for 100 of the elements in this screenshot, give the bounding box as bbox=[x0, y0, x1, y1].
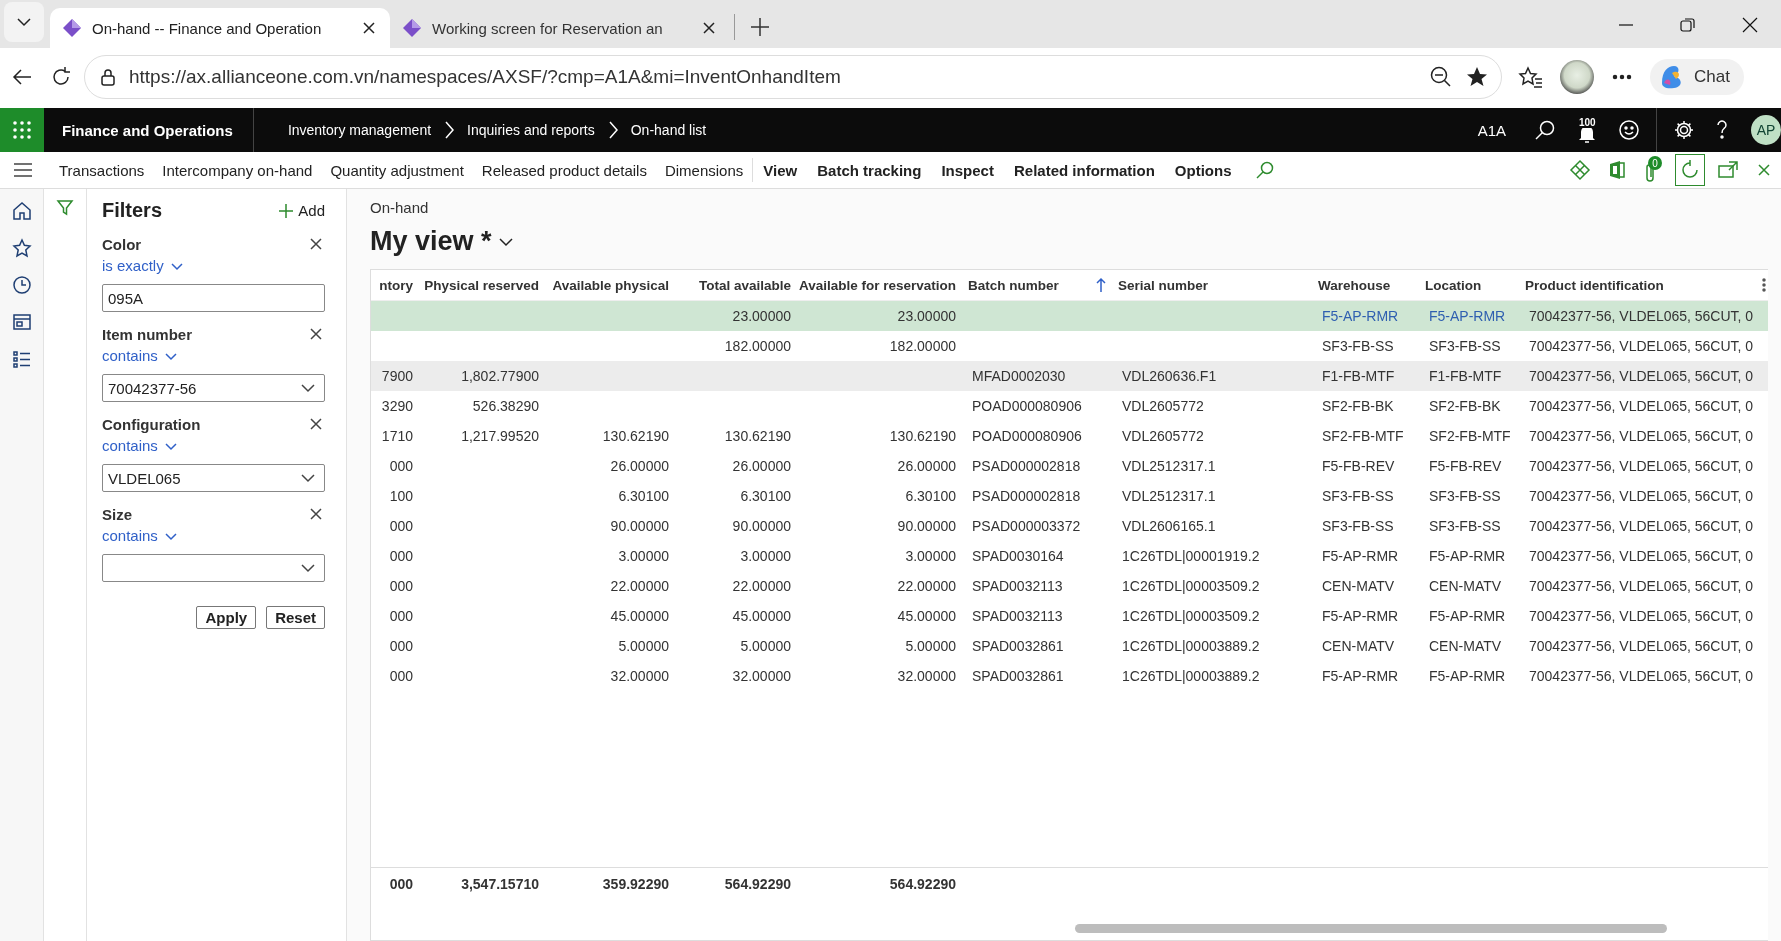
operator-dropdown[interactable]: contains bbox=[102, 437, 178, 454]
filter-icon[interactable] bbox=[56, 199, 74, 217]
column-header[interactable]: Available for reservation bbox=[798, 277, 956, 293]
column-header[interactable]: Location bbox=[1425, 277, 1482, 293]
table-row[interactable]: 000 5.00000 5.00000 5.00000 SPAD0032861 1C26TDL|00003889.2 CEN-MATV CEN-MATV 70042377-56, VLDEL065, 56CUT, 0 bbox=[371, 631, 1768, 661]
refresh-icon[interactable] bbox=[50, 66, 72, 88]
breadcrumb-link[interactable]: Inquiries and reports bbox=[467, 122, 595, 138]
more-icon[interactable] bbox=[1762, 278, 1766, 292]
operator-dropdown[interactable]: is exactly bbox=[102, 257, 184, 274]
table-cell: 45.00000 bbox=[610, 608, 669, 624]
table-cell: 70042377-56, VLDEL065, 56CUT, 0 bbox=[1529, 638, 1754, 654]
column-header[interactable]: Physical reserved bbox=[424, 277, 539, 293]
app-launcher-button[interactable] bbox=[0, 108, 44, 152]
action-tab[interactable]: Inspect bbox=[931, 161, 1004, 179]
table-cell: 000 bbox=[389, 638, 413, 654]
browser-tab[interactable]: On-hand -- Finance and Operation bbox=[50, 8, 390, 48]
table-cell: VDL2605772 bbox=[1122, 428, 1204, 444]
table-row[interactable]: 000 26.00000 26.00000 26.00000 PSAD000002818 VDL2512317.1 F5-FB-REV F5-FB-REV 70042377-56, VLDEL065, 56CUT, 0 bbox=[371, 451, 1768, 481]
table-cell: 000 bbox=[389, 518, 413, 534]
diamond-icon[interactable] bbox=[1569, 159, 1591, 181]
action-button[interactable]: Dimensions bbox=[655, 161, 753, 179]
restore-icon[interactable] bbox=[1679, 16, 1697, 34]
chevron-down-icon bbox=[300, 562, 316, 574]
workspace-icon[interactable] bbox=[11, 312, 32, 332]
favorites-icon[interactable] bbox=[1518, 65, 1544, 89]
table-cell: PSAD000003372 bbox=[972, 518, 1081, 534]
browser-tab[interactable]: Working screen for Reservation an bbox=[390, 8, 730, 48]
chat-button[interactable]: Chat bbox=[1650, 59, 1744, 95]
table-cell: 70042377-56, VLDEL065, 56CUT, 0 bbox=[1529, 308, 1754, 324]
table-row[interactable]: 182.00000 182.00000 SF3-FB-SS SF3-FB-SS 70042377-56, VLDEL065, 56CUT, 0 bbox=[371, 331, 1768, 361]
table-row[interactable]: 1710 1,217.99520 130.62190 130.62190 130.62190 POAD000080906 VDL2605772 SF2-FB-MTF SF2-FB-MTF 70042377-56, VLDEL065, 56CUT, 0 bbox=[371, 421, 1768, 451]
table-cell: F5-AP-RMR bbox=[1322, 548, 1399, 564]
table-row[interactable]: 000 22.00000 22.00000 22.00000 SPAD0032113 1C26TDL|00003509.2 CEN-MATV CEN-MATV 70042377-56, VLDEL065, 56CUT, 0 bbox=[371, 571, 1768, 601]
column-header[interactable]: Product identification bbox=[1525, 277, 1664, 293]
scrollbar-thumb[interactable] bbox=[1075, 924, 1667, 933]
filter-dropdown[interactable]: 70042377-56 bbox=[102, 374, 325, 402]
close-icon[interactable] bbox=[1741, 16, 1759, 34]
breadcrumb-link[interactable]: On-hand list bbox=[630, 122, 707, 138]
breadcrumb-link[interactable]: Inventory management bbox=[287, 122, 432, 138]
operator-dropdown[interactable]: contains bbox=[102, 347, 178, 364]
table-cell: SF3-FB-SS bbox=[1322, 488, 1394, 504]
filter-field[interactable]: 095A bbox=[102, 284, 325, 312]
table-cell: VDL260636.F1 bbox=[1122, 368, 1217, 384]
table-cell: 90.00000 bbox=[897, 518, 956, 534]
star-icon[interactable] bbox=[11, 238, 32, 258]
search-icon[interactable] bbox=[1534, 119, 1556, 141]
action-button[interactable]: Transactions bbox=[50, 161, 154, 179]
table-row[interactable]: 000 3.00000 3.00000 3.00000 SPAD0030164 1C26TDL|00001919.2 F5-AP-RMR F5-AP-RMR 70042377-56, VLDEL065, 56CUT, 0 bbox=[371, 541, 1768, 571]
column-header[interactable]: Available physical bbox=[552, 277, 669, 293]
plus-icon[interactable] bbox=[749, 16, 771, 38]
table-row[interactable]: 3290 526.38290 POAD000080906 VDL2605772 SF2-FB-BK SF2-FB-BK 70042377-56, VLDEL065, 56CUT, 0 bbox=[371, 391, 1768, 421]
table-row[interactable]: 000 90.00000 90.00000 90.00000 PSAD000003372 VDL2606165.1 SF3-FB-SS SF3-FB-SS 70042377-56, VLDEL065, 56CUT, 0 bbox=[371, 511, 1768, 541]
user-avatar[interactable]: AP bbox=[1751, 115, 1781, 145]
action-button[interactable]: Released product details bbox=[472, 161, 656, 179]
table-cell: 32.00000 bbox=[610, 668, 669, 684]
filter-dropdown[interactable] bbox=[102, 554, 325, 582]
settings-icon[interactable] bbox=[1673, 119, 1695, 141]
column-header[interactable]: ntory bbox=[379, 277, 413, 293]
view-selector[interactable]: My view * bbox=[370, 226, 514, 257]
help-icon[interactable] bbox=[1715, 119, 1729, 141]
list-icon[interactable] bbox=[11, 349, 32, 369]
table-link[interactable]: F5-AP-RMR bbox=[1322, 308, 1399, 324]
column-header[interactable]: Total available bbox=[698, 277, 791, 293]
column-header[interactable]: Batch number bbox=[968, 277, 1059, 293]
action-tab[interactable]: Batch tracking bbox=[807, 161, 932, 179]
action-tab[interactable]: Options bbox=[1164, 161, 1242, 179]
notification-button[interactable]: 100 bbox=[1574, 117, 1600, 143]
table-row[interactable]: 7900 1,802.77900 MFAD0002030 VDL260636.F1 F1-FB-MTF F1-FB-MTF 70042377-56, VLDEL065, 56CUT, 0 bbox=[371, 361, 1768, 391]
avatar-icon[interactable] bbox=[1560, 60, 1594, 94]
table-row[interactable]: 000 45.00000 45.00000 45.00000 SPAD0032113 1C26TDL|00003509.2 F5-AP-RMR F5-AP-RMR 70042377-56, VLDEL065, 56CUT, 0 bbox=[371, 601, 1768, 631]
table-row[interactable]: 100 6.30100 6.30100 6.30100 PSAD000002818 VDL2512317.1 SF3-FB-SS SF3-FB-SS 70042377-56, VLDEL065, 56CUT, 0 bbox=[371, 481, 1768, 511]
action-button[interactable]: Intercompany on-hand bbox=[153, 161, 322, 179]
table-cell: 32.00000 bbox=[897, 668, 956, 684]
refresh-button[interactable] bbox=[1675, 154, 1705, 186]
smiley-icon[interactable] bbox=[1618, 119, 1640, 141]
table-cell: CEN-MATV bbox=[1429, 638, 1502, 654]
company-picker[interactable]: A1A bbox=[1477, 121, 1506, 139]
table-cell: VDL2605772 bbox=[1122, 398, 1204, 414]
action-tab[interactable]: View bbox=[753, 161, 808, 179]
filter-dropdown[interactable]: VLDEL065 bbox=[102, 464, 325, 492]
table-link[interactable]: F5-AP-RMR bbox=[1429, 308, 1506, 324]
operator-dropdown[interactable]: contains bbox=[102, 527, 178, 544]
home-icon[interactable] bbox=[11, 201, 32, 221]
add-filter-button[interactable]: Add bbox=[279, 202, 325, 219]
tab-list-button[interactable] bbox=[4, 2, 44, 42]
column-header[interactable]: Warehouse bbox=[1318, 277, 1391, 293]
action-button[interactable]: Quantity adjustment bbox=[321, 161, 473, 179]
action-tab[interactable]: Related information bbox=[1003, 161, 1165, 179]
popout-icon[interactable] bbox=[1717, 159, 1739, 181]
clock-icon[interactable] bbox=[11, 275, 32, 295]
attachments-button[interactable]: 0 bbox=[1643, 156, 1663, 184]
table-row[interactable]: 000 32.00000 32.00000 32.00000 SPAD0032861 1C26TDL|00003889.2 F5-AP-RMR F5-AP-RMR 70042377-56, VLDEL065, 56CUT, 0 bbox=[371, 661, 1768, 691]
filter-button[interactable]: Apply bbox=[196, 606, 257, 629]
table-cell: 526.38290 bbox=[472, 398, 539, 414]
column-header[interactable]: Serial number bbox=[1118, 277, 1209, 293]
zoom-out-icon[interactable] bbox=[1429, 65, 1453, 89]
table-cell: SPAD0032861 bbox=[972, 638, 1064, 654]
office-icon[interactable] bbox=[1607, 159, 1627, 181]
filter-button[interactable]: Reset bbox=[266, 606, 325, 629]
table-row[interactable]: 23.00000 23.00000 F5-AP-RMR F5-AP-RMR 70042377-56, VLDEL065, 56CUT, 0 bbox=[371, 301, 1768, 331]
